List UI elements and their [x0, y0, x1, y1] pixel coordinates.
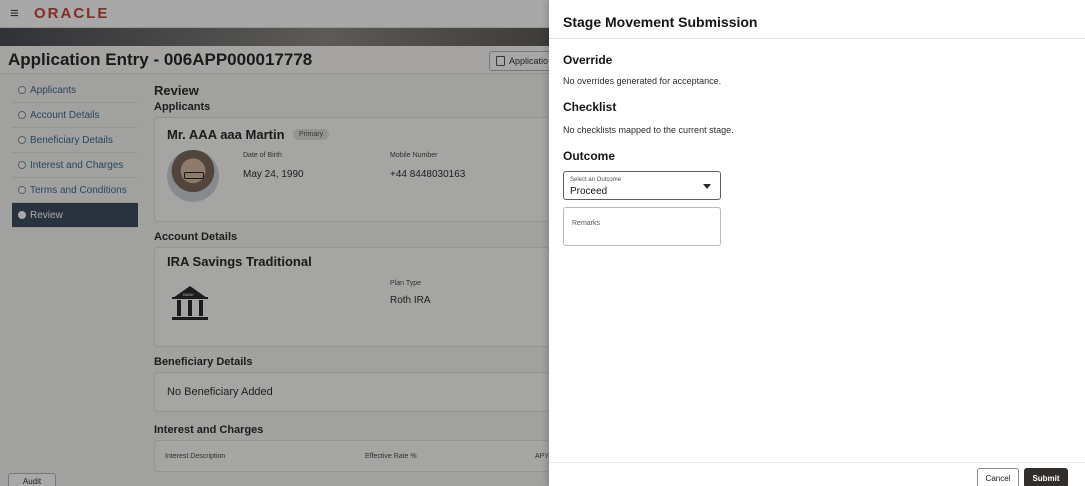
- divider: [549, 38, 1085, 39]
- modal-overlay[interactable]: [0, 0, 549, 486]
- checklist-heading: Checklist: [563, 100, 617, 114]
- cancel-button[interactable]: Cancel: [977, 468, 1019, 486]
- footer-divider: [549, 462, 1085, 463]
- checklist-text: No checklists mapped to the current stag…: [563, 125, 734, 135]
- drawer-title: Stage Movement Submission: [563, 14, 758, 30]
- remarks-placeholder: Remarks: [572, 220, 601, 227]
- chevron-down-icon[interactable]: [703, 184, 711, 189]
- override-heading: Override: [563, 53, 613, 67]
- remarks-field[interactable]: Remarks: [563, 207, 721, 246]
- override-text: No overrides generated for acceptance.: [563, 76, 722, 86]
- stage-movement-drawer: Stage Movement Submission Override No ov…: [549, 0, 1085, 486]
- submit-button[interactable]: Submit: [1024, 468, 1068, 486]
- outcome-select[interactable]: Select an Outcome Proceed: [563, 171, 721, 200]
- outcome-heading: Outcome: [563, 149, 616, 163]
- outcome-select-label: Select an Outcome: [570, 177, 622, 183]
- outcome-select-value: Proceed: [570, 186, 608, 197]
